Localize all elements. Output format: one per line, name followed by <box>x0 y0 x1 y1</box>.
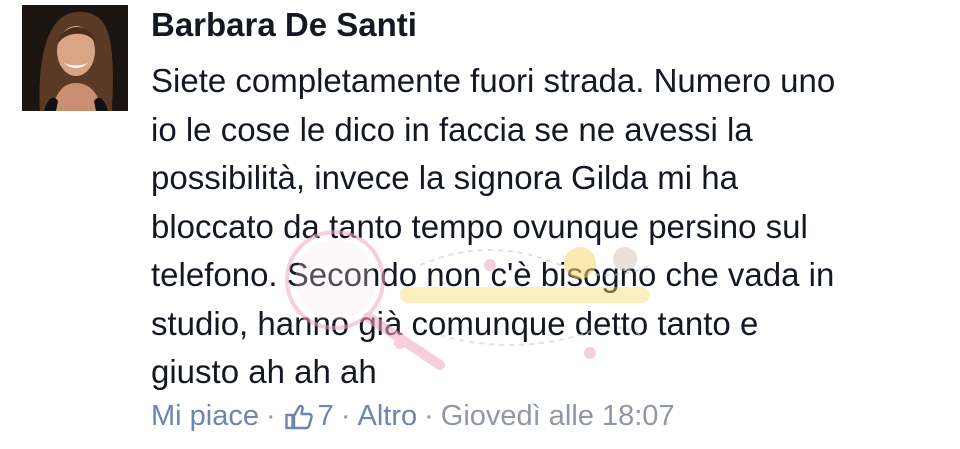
comment-text-line: Siete completamente fuori strada. Numero… <box>151 62 836 99</box>
like-link[interactable]: Mi piace <box>151 400 259 433</box>
separator: · <box>266 400 276 432</box>
comment-author[interactable]: Barbara De Santi <box>151 6 417 44</box>
comment: Barbara De Santi Siete completamente fuo… <box>0 0 960 449</box>
comment-text-line: possibilità, invece la signora Gilda mi … <box>151 159 738 196</box>
comment-text-line: io le cose le dico in faccia se ne avess… <box>151 110 753 148</box>
like-count[interactable]: 7 <box>318 400 334 433</box>
comment-text-line: giusto ah ah ah <box>151 353 377 390</box>
comment-text: Siete completamente fuori strada. Numero… <box>151 57 941 397</box>
comment-text-line: telefono. Secondo non c'è bisogno che va… <box>151 256 835 293</box>
thumbs-up-icon[interactable] <box>284 404 313 430</box>
comment-text-line: bloccato da tanto tempo ovunque persino … <box>151 207 808 245</box>
separator: · <box>340 400 351 432</box>
comment-text-line: studio, hanno già comunque detto tanto e <box>151 304 759 342</box>
comment-actions: Mi piace · 7 · Altro · Giovedì alle 18:0… <box>151 400 675 433</box>
comment-timestamp[interactable]: Giovedì alle 18:07 <box>441 400 675 433</box>
profile-photo <box>22 5 128 111</box>
avatar[interactable] <box>22 5 128 111</box>
separator: · <box>424 400 434 432</box>
more-link[interactable]: Altro <box>357 400 417 433</box>
